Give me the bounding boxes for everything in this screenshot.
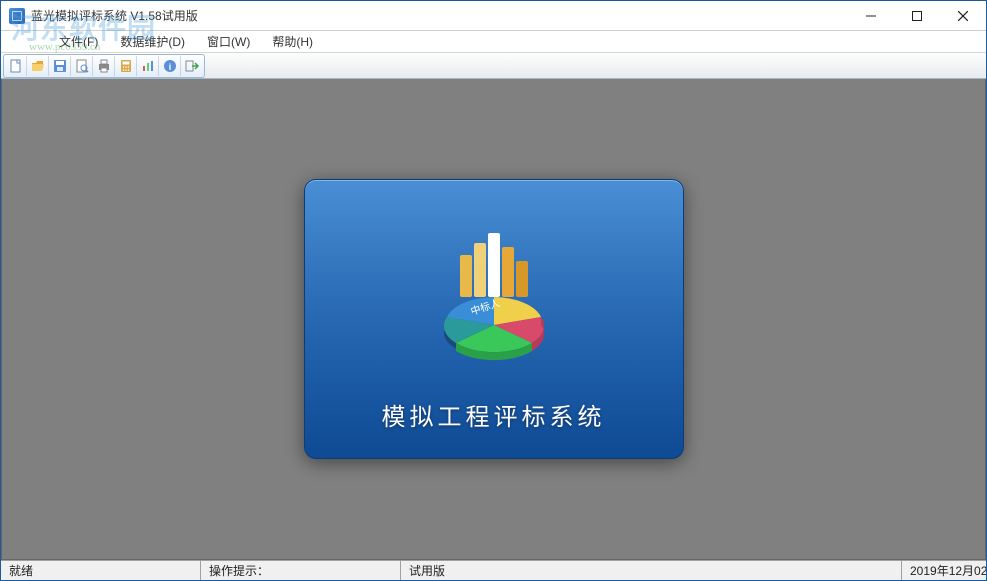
tb-calc[interactable] (115, 56, 137, 76)
bar-chart-icon (460, 233, 528, 297)
minimize-button[interactable] (848, 1, 894, 30)
status-ready: 就绪 (1, 561, 201, 580)
chart-icon (140, 58, 156, 74)
tb-new[interactable] (5, 56, 27, 76)
close-button[interactable] (940, 1, 986, 30)
menu-file[interactable]: 文件(F) (51, 31, 106, 52)
new-file-icon (8, 58, 24, 74)
status-date: 2019年12月02 (902, 561, 986, 580)
content-area: 中标人 模拟工程评标系统 (1, 79, 986, 560)
statusbar: 就绪 操作提示： 试用版 2019年12月02 (1, 560, 986, 580)
exit-icon (184, 58, 200, 74)
splash-panel: 中标人 模拟工程评标系统 (304, 179, 684, 459)
titlebar: 蓝光模拟评标系统 V1.58试用版 河东软件园 www.pc0359.cn (1, 1, 986, 31)
open-folder-icon (30, 58, 46, 74)
menubar: 文件(F) 数据维护(D) 窗口(W) 帮助(H) (1, 31, 986, 53)
preview-icon (74, 58, 90, 74)
splash-title: 模拟工程评标系统 (382, 397, 606, 432)
maximize-button[interactable] (894, 1, 940, 30)
menu-window[interactable]: 窗口(W) (199, 31, 258, 52)
calculator-icon (118, 58, 134, 74)
tb-open[interactable] (27, 56, 49, 76)
status-hint: 操作提示： (201, 561, 401, 580)
window-buttons (848, 1, 986, 30)
tb-chart[interactable] (137, 56, 159, 76)
app-icon (9, 8, 25, 24)
tb-save[interactable] (49, 56, 71, 76)
save-icon (52, 58, 68, 74)
svg-text:i: i (168, 62, 171, 72)
close-icon (958, 11, 968, 21)
tb-preview[interactable] (71, 56, 93, 76)
status-edition: 试用版 (401, 561, 902, 580)
toolbar: i (1, 53, 986, 79)
splash-art: 中标人 (414, 225, 574, 375)
app-window: 蓝光模拟评标系统 V1.58试用版 河东软件园 www.pc0359.cn 文件… (0, 0, 987, 581)
tb-about[interactable]: i (159, 56, 181, 76)
menu-help[interactable]: 帮助(H) (264, 31, 321, 52)
info-icon: i (162, 58, 178, 74)
maximize-icon (912, 11, 922, 21)
toolbar-group: i (3, 54, 205, 78)
print-icon (96, 58, 112, 74)
tb-exit[interactable] (181, 56, 203, 76)
minimize-icon (866, 11, 876, 21)
window-title: 蓝光模拟评标系统 V1.58试用版 (31, 7, 198, 24)
menu-data[interactable]: 数据维护(D) (112, 31, 193, 52)
tb-print[interactable] (93, 56, 115, 76)
pie-chart-icon: 中标人 (443, 296, 543, 360)
